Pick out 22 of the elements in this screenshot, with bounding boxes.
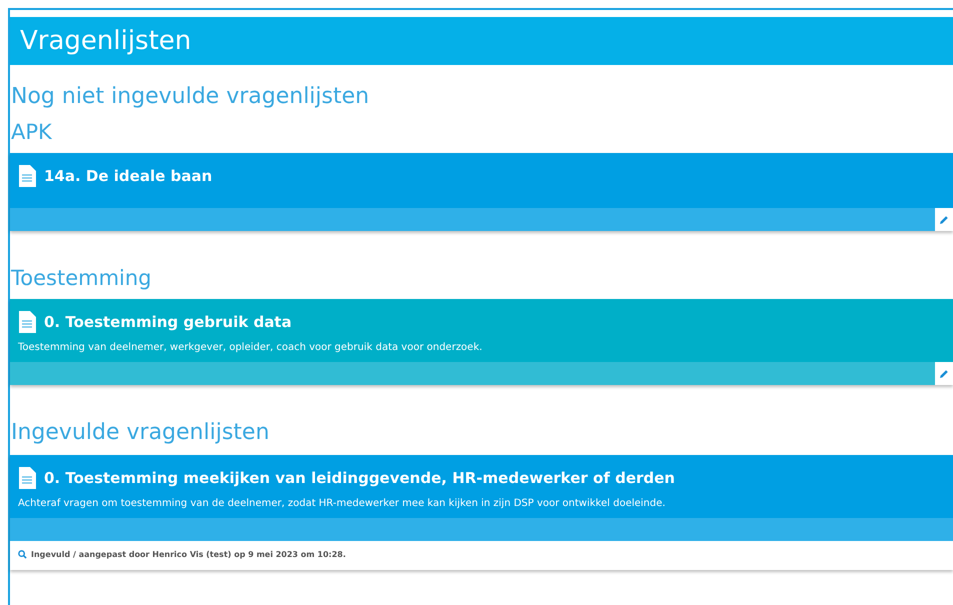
pencil-icon xyxy=(939,368,949,378)
questionnaire-card[interactable]: 14a. De ideale baan xyxy=(10,153,953,231)
questionnaire-description: Toestemming van deelnemer, werkgever, opleider, coach voor gebruik data voor onderzoek. xyxy=(18,342,484,353)
section-heading: Nog niet ingevulde vragenlijsten xyxy=(11,83,370,111)
questionnaire-title: 14a. De ideale baan xyxy=(44,167,212,185)
questionnaire-card[interactable] xyxy=(10,455,953,570)
pencil-icon xyxy=(939,214,949,224)
page-title-bar: Vragenlijsten xyxy=(10,17,953,65)
questionnaire-card[interactable]: 0. Toestemming gebruik data Toestemming van deelnemer, werkgever, opleider, coach voor gebruik data voor onderzoek. xyxy=(10,299,953,385)
questionnaire-description: Achteraf vragen om toestemming van de deelnemer, zodat HR-medewerker mee kan kijken in zijn DSP voor ontwikkel doeleinde. xyxy=(18,498,666,509)
document-icon xyxy=(18,467,36,489)
group-heading: APK xyxy=(11,119,53,145)
group-heading: Toestemming xyxy=(11,265,153,291)
questionnaire-title: 0. Toestemming meekijken van leidinggevende, HR-medewerker of derden xyxy=(44,469,675,487)
document-icon xyxy=(18,165,36,187)
edit-button[interactable] xyxy=(935,208,953,231)
section-heading: Ingevulde vragenlijsten xyxy=(11,419,270,447)
filled-in-note: Ingevuld / aangepast door Henrico Vis (test) op 9 mei 2023 om 10:28. xyxy=(31,550,346,559)
edit-button[interactable] xyxy=(935,362,953,385)
document-icon xyxy=(18,311,36,333)
questionnaire-title: 0. Toestemming gebruik data xyxy=(44,313,292,331)
search-icon xyxy=(18,550,27,559)
